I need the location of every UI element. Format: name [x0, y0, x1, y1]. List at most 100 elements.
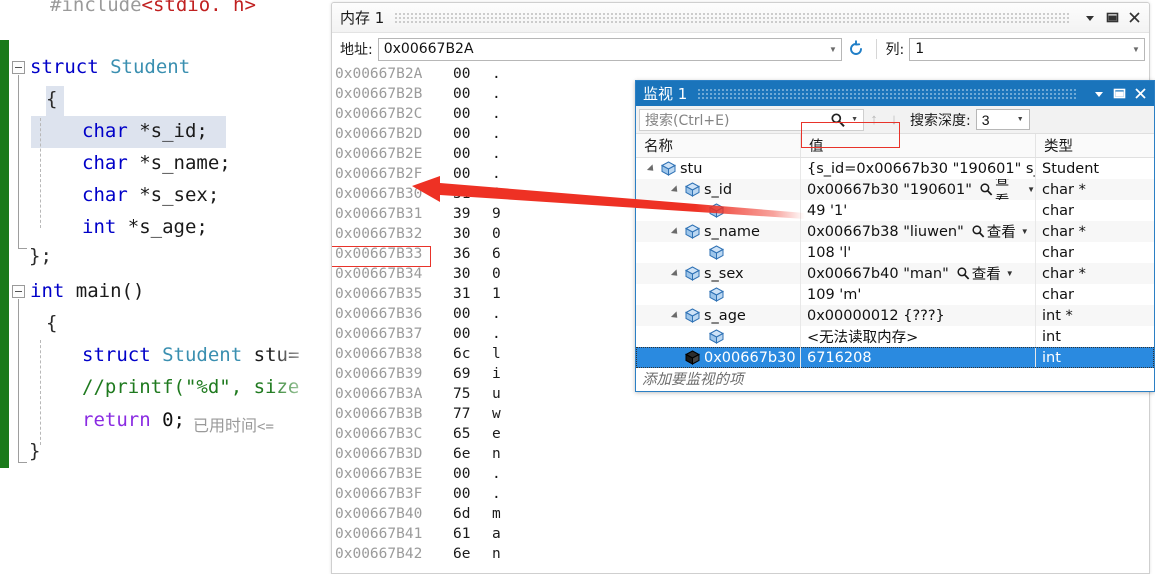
watch-row-selected[interactable]: 0x00667b30 6716208 int — [636, 347, 1154, 368]
watch-row-value-cell[interactable]: 0x00667b40 "man" 查看 ▼ — [801, 263, 1036, 284]
expand-triangle-icon[interactable] — [670, 263, 681, 284]
watch-row[interactable]: s_sex 0x00667b40 "man" 查看 ▼ char * — [636, 263, 1154, 284]
view-visualizer-button[interactable]: 查看 — [987, 221, 1016, 242]
code-editor[interactable]: #include<stdio. h> struct Student { char… — [0, 0, 340, 574]
variable-cube-icon — [684, 181, 701, 198]
toolbar-separator — [875, 39, 877, 59]
variable-cube-icon — [684, 223, 701, 240]
memory-toolbar[interactable]: 地址: 0x00667B2A ▼ 列: 1 ▼ — [332, 33, 1149, 65]
memory-row-hex: 00 — [453, 486, 471, 502]
watch-row-value-cell[interactable]: 108 'l' — [801, 242, 1036, 263]
chevron-down-icon[interactable]: ▼ — [1027, 185, 1035, 194]
watch-row-name-cell[interactable]: s_name — [636, 221, 801, 242]
arrow-down-icon[interactable]: ↓ — [884, 111, 904, 128]
watch-row-name-cell[interactable] — [636, 200, 801, 221]
column-input[interactable]: 1 — [910, 41, 1128, 57]
memory-row[interactable]: 0x00667B3D 6e n — [332, 446, 1149, 466]
expand-triangle-icon[interactable] — [670, 305, 681, 326]
search-depth-combo[interactable]: 3 ▼ — [975, 109, 1030, 130]
chevron-down-icon[interactable]: ▼ — [1128, 45, 1144, 54]
view-visualizer-button[interactable]: 查看 — [972, 263, 1001, 284]
watch-row-name-cell[interactable]: stu — [636, 158, 801, 179]
watch-window[interactable]: 监视 1 搜索(Ctrl+E) ▼ ↑ ↓ 搜索深度: 3 ▼ 名称 值 类型 … — [635, 80, 1155, 392]
chevron-down-icon[interactable] — [1079, 7, 1101, 29]
memory-row-address: 0x00667B41 — [335, 526, 423, 542]
memory-row[interactable]: 0x00667B40 6d m — [332, 506, 1149, 526]
watch-titlebar[interactable]: 监视 1 — [636, 81, 1154, 106]
address-input[interactable]: 0x00667B2A — [379, 41, 825, 57]
watch-row[interactable]: 108 'l' char — [636, 242, 1154, 263]
memory-row[interactable]: 0x00667B41 61 a — [332, 526, 1149, 546]
watch-row-name-cell[interactable]: s_age — [636, 305, 801, 326]
magnifier-icon[interactable] — [956, 266, 971, 281]
watch-row-value-cell[interactable]: 6716208 — [801, 347, 1036, 368]
fold-dash-main — [40, 340, 41, 445]
chevron-down-icon[interactable]: ▼ — [1017, 116, 1029, 123]
chevron-down-icon[interactable]: ▼ — [1021, 227, 1029, 236]
watch-row[interactable]: s_name 0x00667b38 "liuwen" 查看 ▼ char * — [636, 221, 1154, 242]
add-watch-item-row[interactable]: 添加要监视的项 — [636, 368, 1154, 389]
watch-row[interactable]: 49 '1' char — [636, 200, 1154, 221]
chevron-down-icon[interactable]: ▼ — [1006, 269, 1014, 278]
fold-foot-struct — [18, 248, 27, 249]
memory-row-char: 1 — [492, 186, 501, 202]
close-icon[interactable] — [1123, 7, 1145, 29]
memory-row-address: 0x00667B2E — [335, 146, 423, 162]
memory-drag-grip[interactable] — [394, 12, 1069, 23]
memory-row[interactable]: 0x00667B3C 65 e — [332, 426, 1149, 446]
refresh-icon[interactable] — [845, 37, 868, 61]
memory-row[interactable]: 0x00667B3B 77 w — [332, 406, 1149, 426]
memory-row-address: 0x00667B32 — [335, 226, 423, 242]
address-combo[interactable]: 0x00667B2A ▼ — [377, 37, 842, 61]
watch-row-value-cell[interactable]: 0x00667b30 "190601" 查看 ▼ — [801, 179, 1036, 200]
memory-row-address: 0x00667B42 — [335, 546, 423, 562]
expand-triangle-icon[interactable] — [670, 179, 681, 200]
view-visualizer-button[interactable]: 查看 — [995, 179, 1022, 200]
memory-row[interactable]: 0x00667B3F 00. — [332, 486, 1149, 506]
chevron-down-icon[interactable]: ▼ — [825, 45, 841, 54]
watch-row-name-cell[interactable] — [636, 326, 801, 347]
fold-toggle-struct[interactable] — [12, 61, 25, 74]
column-combo[interactable]: 1 ▼ — [909, 37, 1145, 61]
expand-triangle-icon[interactable] — [670, 221, 681, 242]
search-icon[interactable] — [830, 112, 846, 128]
main-name: main() — [75, 280, 145, 302]
fold-toggle-main[interactable] — [12, 285, 25, 298]
magnifier-icon[interactable] — [971, 224, 986, 239]
watch-row-value-cell[interactable]: 0x00000012 {???} — [801, 305, 1036, 326]
watch-row[interactable]: 109 'm' char — [636, 284, 1154, 305]
magnifier-icon[interactable] — [979, 182, 994, 197]
maximize-icon[interactable] — [1101, 7, 1123, 29]
watch-toolbar[interactable]: 搜索(Ctrl+E) ▼ ↑ ↓ 搜索深度: 3 ▼ — [636, 106, 1154, 134]
search-depth-value[interactable]: 3 — [977, 112, 1017, 128]
watch-row-name-cell[interactable] — [636, 284, 801, 305]
watch-row-value-cell[interactable]: 0x00667b38 "liuwen" 查看 ▼ — [801, 221, 1036, 242]
close-icon[interactable] — [1130, 83, 1151, 104]
memory-row[interactable]: 0x00667B42 6e n — [332, 546, 1149, 566]
watch-row-value-cell[interactable]: <无法读取内存> — [801, 326, 1036, 347]
watch-row-value-cell[interactable]: 109 'm' — [801, 284, 1036, 305]
watch-row[interactable]: stu {s_id=0x00667b30 "190601" s_na... Stud… — [636, 158, 1154, 179]
watch-row-value-cell[interactable]: 49 '1' — [801, 200, 1036, 221]
arrow-up-icon[interactable]: ↑ — [864, 111, 884, 128]
watch-drag-grip[interactable] — [697, 88, 1078, 99]
memory-titlebar[interactable]: 内存 1 — [332, 3, 1149, 33]
fold-guide-main — [18, 299, 19, 462]
code-line-return: return 0; — [82, 409, 185, 431]
watch-row-name-cell[interactable] — [636, 242, 801, 263]
memory-row[interactable]: 0x00667B3E 00. — [332, 466, 1149, 486]
chevron-down-icon[interactable]: ▼ — [846, 116, 863, 123]
watch-row-value-cell[interactable]: {s_id=0x00667b30 "190601" s_na... — [801, 158, 1036, 179]
expand-triangle-icon[interactable] — [646, 158, 657, 179]
watch-rows-container[interactable]: stu {s_id=0x00667b30 "190601" s_na... Stud… — [636, 158, 1154, 368]
watch-row[interactable]: s_id 0x00667b30 "190601" 查看 ▼ char * — [636, 179, 1154, 200]
maximize-icon[interactable] — [1109, 83, 1130, 104]
chevron-down-icon[interactable] — [1088, 83, 1109, 104]
watch-row-name-cell[interactable]: 0x00667b30 — [636, 347, 801, 368]
watch-row[interactable]: s_age 0x00000012 {???} int * — [636, 305, 1154, 326]
search-input[interactable]: 搜索(Ctrl+E) ▼ — [639, 108, 864, 131]
watch-row-name-cell[interactable]: s_sex — [636, 263, 801, 284]
watch-row[interactable]: <无法读取内存> int — [636, 326, 1154, 347]
watch-row-name-cell[interactable]: s_id — [636, 179, 801, 200]
memory-row-hex: 69 — [453, 366, 471, 382]
